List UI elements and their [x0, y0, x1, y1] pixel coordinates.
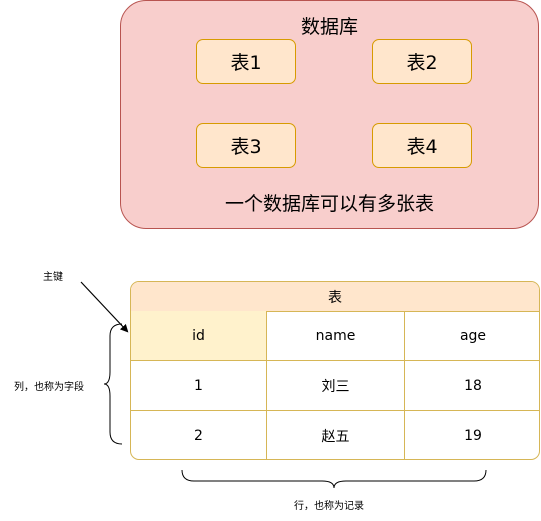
annotation-lines: [80, 281, 487, 489]
primary-key-label: 主键: [43, 272, 63, 283]
rows-bracket: [181, 469, 487, 489]
rows-note-label: 行，也称为记录: [294, 501, 364, 512]
columns-note-label: 列，也称为字段: [14, 382, 84, 393]
columns-bracket: [103, 323, 123, 445]
